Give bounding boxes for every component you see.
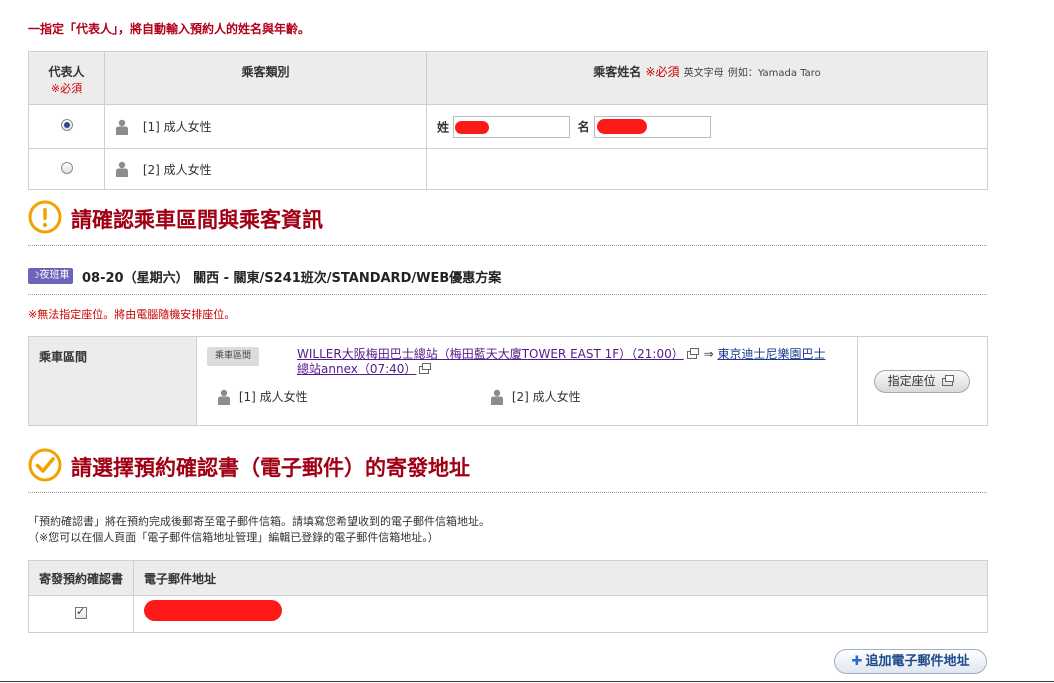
col-category-header: 乘客類別 — [104, 51, 427, 105]
divider — [28, 245, 987, 246]
passenger-row: [2] 成人女性 — [28, 148, 988, 190]
section-title-confirm: 請確認乘車區間與乘客資訊 — [71, 208, 323, 232]
name-cell: 姓 名 — [426, 104, 988, 149]
name-cell-empty — [426, 148, 988, 190]
email-address-cell — [133, 595, 988, 633]
required-mark: ※必須 — [50, 82, 83, 95]
required-mark: ※必須 — [645, 65, 680, 79]
segment-passenger: [1] 成人女性 — [217, 389, 490, 405]
seat-note: ※無法指定座位。將由電腦隨機安排座位。 — [28, 308, 236, 321]
night-bus-badge-label: 夜班車 — [39, 270, 70, 281]
email-row — [28, 595, 988, 633]
col-representative-header: 代表人 ※必須 — [28, 51, 105, 105]
redaction-mark — [596, 118, 647, 134]
select-seat-button[interactable]: 指定座位 — [874, 370, 970, 393]
person-icon — [490, 389, 504, 405]
representative-radio-2[interactable] — [60, 161, 73, 174]
category-cell: [1] 成人女性 — [104, 104, 427, 149]
representative-notice: 一指定「代表人」，將自動輸入預約人的姓名與年齡。 — [28, 22, 311, 36]
passenger-category-label: [1] 成人女性 — [142, 120, 212, 134]
arrow-icon: ⇒ — [703, 347, 714, 361]
redaction-mark — [144, 600, 282, 621]
email-table: 寄發預約確認書 電子郵件地址 — [28, 560, 988, 633]
trip-title: 08-20（星期六） 關西 - 關東/S241班次/STANDARD/WEB優惠… — [82, 271, 502, 286]
external-window-icon[interactable] — [686, 347, 699, 359]
redaction-mark — [454, 120, 489, 134]
to-stop-link[interactable]: 東京迪士尼樂園巴士 — [717, 347, 825, 361]
segment-tag: 乘車區間 — [207, 347, 260, 366]
external-window-icon[interactable] — [419, 362, 432, 374]
divider — [28, 294, 987, 295]
select-seat-button-label: 指定座位 — [887, 374, 936, 388]
person-icon — [217, 389, 231, 405]
col-representative-label: 代表人 — [48, 65, 85, 79]
divider — [28, 492, 987, 493]
passenger-table: 代表人 ※必須 乘客類別 乘客姓名 ※必須 英文字母 例如：Yamada Tar… — [28, 51, 988, 190]
email-description-1: 「預約確認書」將在預約完成後郵寄至電子郵件信箱。請填寫您希望收到的電子郵件信箱地… — [28, 515, 490, 528]
person-icon — [115, 119, 129, 135]
add-email-button[interactable]: ✚ 追加電子郵件地址 — [834, 649, 987, 674]
surname-label: 姓 — [437, 120, 450, 134]
representative-cell — [28, 104, 105, 149]
name-hint-alphabet: 英文字母 — [683, 68, 724, 79]
exclamation-circle-icon — [28, 200, 62, 234]
col-address-header: 電子郵件地址 — [133, 560, 988, 596]
send-confirmation-checkbox[interactable] — [75, 605, 87, 619]
segment-table: 乘車區間 乘車區間 WILLER大阪梅田巴士總站（梅田藍天大廈TOWER EAS… — [28, 336, 988, 426]
segment-passenger-label: [2] 成人女性 — [511, 389, 581, 404]
given-name-label: 名 — [577, 120, 590, 134]
email-description-2: （※您可以在個人頁面「電子郵件信箱地址管理」編輯已登錄的電子郵件信箱地址。） — [28, 531, 439, 544]
representative-cell — [28, 148, 105, 190]
night-bus-badge: ☽夜班車 — [28, 268, 73, 284]
name-hint-example: 例如：Yamada Taro — [727, 68, 821, 79]
plus-icon: ✚ — [851, 654, 863, 669]
segment-passenger-label: [1] 成人女性 — [238, 389, 308, 404]
from-stop-link[interactable]: WILLER大阪梅田巴士總站（梅田藍天大廈TOWER EAST 1F）（21:0… — [297, 347, 684, 361]
col-name-header: 乘客姓名 ※必須 英文字母 例如：Yamada Taro — [426, 51, 988, 105]
page-bottom-border — [0, 681, 1054, 682]
add-email-button-label: 追加電子郵件地址 — [865, 654, 970, 669]
segment-passenger: [2] 成人女性 — [490, 389, 581, 405]
col-send-header: 寄發預約確認書 — [28, 560, 134, 596]
send-checkbox-cell — [28, 595, 134, 633]
representative-radio-1[interactable] — [60, 119, 73, 131]
segment-detail: 乘車區間 WILLER大阪梅田巴士總站（梅田藍天大廈TOWER EAST 1F）… — [196, 336, 858, 426]
passenger-category-label: [2] 成人女性 — [142, 162, 212, 177]
segment-header: 乘車區間 — [28, 336, 197, 426]
surname-input[interactable] — [452, 115, 570, 138]
section-title-email: 請選擇預約確認書（電子郵件）的寄發地址 — [71, 456, 470, 480]
person-icon — [115, 161, 129, 177]
category-cell: [2] 成人女性 — [104, 148, 427, 190]
moon-icon: ☽ — [31, 271, 40, 281]
passenger-row: [1] 成人女性 姓 名 — [28, 104, 988, 149]
window-icon — [942, 374, 955, 386]
check-circle-icon — [28, 448, 62, 482]
col-name-label: 乘客姓名 — [593, 65, 642, 79]
to-stop-link-cont[interactable]: 總站annex（07:40） — [297, 362, 416, 376]
given-name-input[interactable] — [593, 115, 711, 138]
